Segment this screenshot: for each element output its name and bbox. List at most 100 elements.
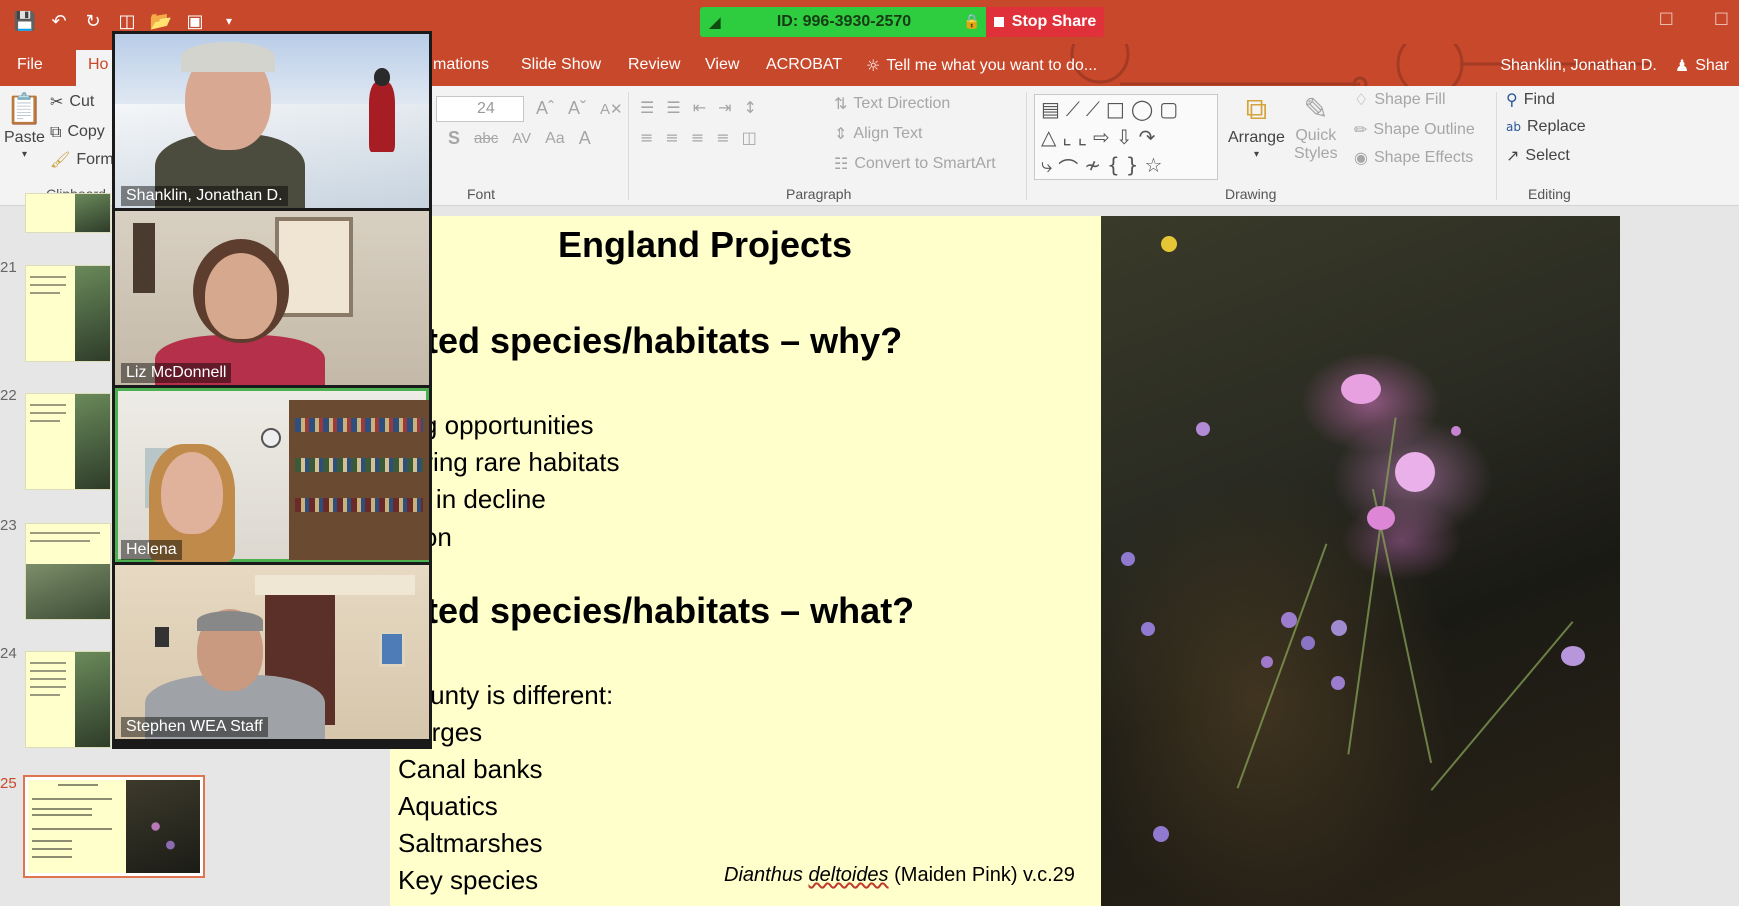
line-spacing-icon[interactable]: ↕	[744, 98, 757, 117]
tab-view[interactable]: View	[705, 56, 739, 74]
undo-icon[interactable]: ↶	[48, 10, 70, 32]
slide-thumbnail-23[interactable]	[25, 523, 111, 620]
increase-indent-icon[interactable]: ⇥	[718, 98, 731, 117]
freeform-shape-icon[interactable]: ⤷	[1041, 153, 1052, 182]
maiden-pink-photo[interactable]	[1101, 216, 1620, 906]
convert-smartart-button[interactable]: ☷ Convert to SmartArt	[834, 154, 996, 173]
numbering-icon[interactable]: ☰	[666, 98, 680, 117]
new-icon[interactable]: ▣	[184, 10, 206, 32]
caption-genus: Dianthus	[724, 864, 803, 886]
char-spacing-icon[interactable]: AV	[512, 130, 531, 147]
ribbon-display-icon[interactable]: □	[1659, 8, 1674, 27]
bullet: Aquatics	[398, 791, 498, 821]
brace-right-shape-icon[interactable]: }	[1126, 153, 1139, 182]
font-color-icon[interactable]: A	[579, 128, 591, 149]
select-button[interactable]: ↗ Select	[1506, 146, 1570, 165]
arrow-down-shape-icon[interactable]: ⇩	[1116, 125, 1133, 149]
columns-icon[interactable]: ◫	[742, 128, 757, 147]
heading-why[interactable]: rgeted species/habitats – why?	[390, 320, 902, 362]
participant-name: Stephen WEA Staff	[121, 717, 268, 737]
justify-icon[interactable]: ≡	[716, 128, 729, 147]
save-icon[interactable]: 💾	[14, 10, 36, 32]
slide-title[interactable]: England Projects	[558, 224, 852, 266]
open-icon[interactable]: 📂	[150, 10, 172, 32]
font-size-box[interactable]: 24	[436, 96, 524, 122]
decrease-indent-icon[interactable]: ⇤	[693, 98, 706, 117]
video-tile-3-active-speaker[interactable]: Helena	[115, 388, 429, 562]
curve-shape-icon[interactable]: ≁	[1084, 153, 1101, 182]
start-slideshow-icon[interactable]: ◫	[116, 10, 138, 32]
text-direction-button[interactable]: ⇅ Text Direction	[834, 94, 950, 113]
shapes-gallery[interactable]: ▤ ⟋ ⟋ □ ◯ ▢ △ ⌞ ⌞ ⇨ ⇩ ↷ ⤷ ⌒ ≁ { } ☆	[1034, 94, 1218, 182]
video-tile-2[interactable]: Liz McDonnell	[115, 211, 429, 385]
paste-label: Paste	[4, 129, 45, 146]
user-name[interactable]: Shanklin, Jonathan D.	[1500, 57, 1657, 75]
tab-animations[interactable]: mations	[433, 56, 489, 74]
shape-effects-label: Shape Effects	[1373, 148, 1474, 166]
arrange-button[interactable]: ⧉ Arrange ▾	[1228, 92, 1285, 160]
bullet: Saltmarshes	[398, 828, 543, 858]
stop-share-button[interactable]: Stop Share	[986, 7, 1104, 37]
slide-thumbnail-25-selected[interactable]	[23, 775, 205, 878]
arrow-right-shape-icon[interactable]: ⇨	[1093, 125, 1110, 149]
slide-thumbnail-24[interactable]	[25, 651, 111, 748]
line-shape-icon[interactable]: ⟋	[1066, 97, 1080, 121]
tab-file[interactable]: File	[17, 56, 43, 74]
tell-me-box[interactable]: ☼ Tell me what you want to do...	[866, 56, 1097, 75]
rect-shape-icon[interactable]: □	[1106, 97, 1125, 121]
shape-outline-button[interactable]: ✏ Shape Outline	[1354, 120, 1475, 139]
bullets-icon[interactable]: ☰	[640, 98, 654, 117]
strikethrough-icon[interactable]: abc	[474, 130, 498, 147]
slide-thumbnail[interactable]	[25, 193, 111, 233]
align-right-icon[interactable]: ≡	[691, 128, 704, 147]
rounded-rect-shape-icon[interactable]: ▢	[1159, 97, 1178, 121]
grow-font-icon[interactable]: Aˆ	[536, 98, 554, 119]
shape-fill-button[interactable]: ♢ Shape Fill	[1354, 90, 1446, 109]
slide-thumbnail-21[interactable]	[25, 265, 111, 362]
shrink-font-icon[interactable]: Aˇ	[568, 98, 586, 119]
cut-label: Cut	[69, 92, 95, 110]
shape-outline-label: Shape Outline	[1373, 120, 1475, 138]
align-left-icon[interactable]: ≡	[640, 128, 653, 147]
meeting-info[interactable]: ◢ ID: 996-3930-2570 🔒	[700, 7, 986, 37]
connector-shape-icon[interactable]: ⌞	[1062, 125, 1071, 149]
restore-icon[interactable]: □	[1714, 8, 1729, 27]
align-center-icon[interactable]: ≡	[665, 128, 678, 147]
find-button[interactable]: ⚲ Find	[1506, 90, 1555, 109]
tab-review[interactable]: Review	[628, 56, 680, 74]
arc-shape-icon[interactable]: ⌒	[1058, 153, 1078, 182]
star-shape-icon[interactable]: ☆	[1144, 153, 1162, 182]
thumbnail-photo	[126, 780, 200, 873]
shape-effects-button[interactable]: ◉ Shape Effects	[1354, 148, 1473, 167]
line2-shape-icon[interactable]: ⟋	[1086, 97, 1100, 121]
paste-button[interactable]: 📋 Paste ▾	[4, 92, 45, 160]
replace-button[interactable]: ab Replace	[1506, 118, 1586, 136]
clear-format-icon[interactable]: A✕	[600, 100, 623, 118]
textbox-shape-icon[interactable]: ▤	[1041, 97, 1060, 121]
video-tile-4[interactable]: Stephen WEA Staff	[115, 565, 429, 739]
brace-left-shape-icon[interactable]: {	[1107, 153, 1120, 182]
curve-arrow-shape-icon[interactable]: ↷	[1139, 125, 1156, 149]
slide-canvas[interactable]: England Projects rgeted species/habitats…	[390, 216, 1620, 906]
video-gallery-panel[interactable]: Shanklin, Jonathan D. Liz McDonnell Hele…	[112, 31, 432, 749]
triangle-shape-icon[interactable]: △	[1041, 125, 1056, 149]
elbow-shape-icon[interactable]: ⌞	[1078, 125, 1087, 149]
heading-what[interactable]: rgeted species/habitats – what?	[390, 590, 914, 632]
quick-styles-button[interactable]: ✎ Quick Styles	[1294, 92, 1338, 163]
redo-icon[interactable]: ↻	[82, 10, 104, 32]
share-button[interactable]: ♟ Shar	[1675, 56, 1729, 75]
tab-acrobat[interactable]: ACROBAT	[766, 56, 842, 74]
format-painter-button[interactable]: 🖌 Form	[50, 150, 114, 169]
shadow-icon[interactable]: S	[448, 128, 460, 149]
cut-button[interactable]: ✂ Cut	[50, 92, 94, 111]
editing-group-label: Editing	[1528, 186, 1571, 202]
copy-button[interactable]: ⧉ Copy	[50, 122, 105, 142]
slide-thumbnail-22[interactable]	[25, 393, 111, 490]
oval-shape-icon[interactable]: ◯	[1131, 97, 1153, 121]
tab-slide-show[interactable]: Slide Show	[521, 56, 601, 74]
video-tile-1[interactable]: Shanklin, Jonathan D.	[115, 34, 429, 208]
align-text-button[interactable]: ⇕ Align Text	[834, 124, 922, 143]
lock-icon[interactable]: 🔒	[958, 14, 986, 30]
change-case-button[interactable]: Aa	[545, 130, 565, 148]
customize-icon[interactable]: ▾	[218, 10, 240, 32]
